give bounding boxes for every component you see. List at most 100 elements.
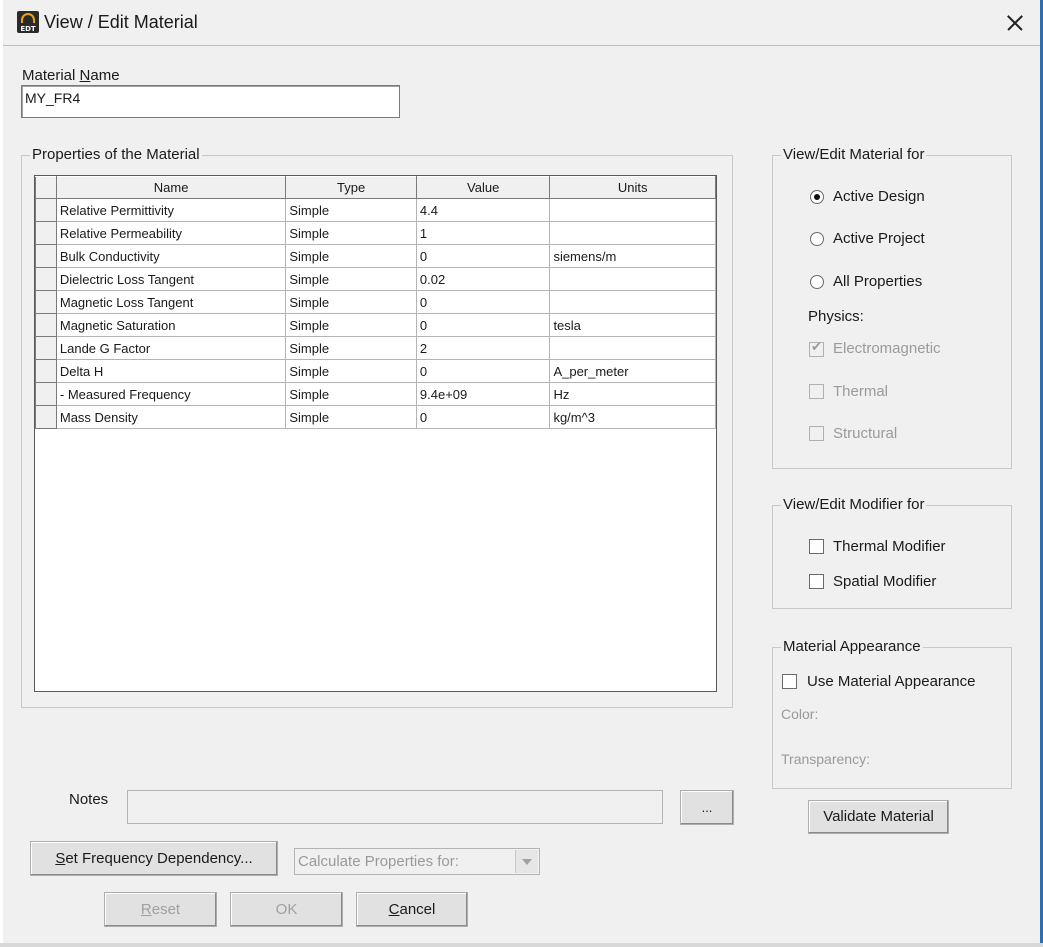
property-name-cell[interactable]: - Measured Frequency (55, 382, 287, 406)
property-units-cell[interactable]: siemens/m (549, 244, 716, 268)
appearance-group-title: Material Appearance (781, 638, 923, 655)
checkbox-thermal[interactable] (809, 384, 824, 399)
property-units-cell[interactable] (549, 221, 716, 245)
property-value-cell[interactable]: 0 (415, 405, 551, 429)
color-label: Color: (781, 706, 819, 722)
set-frequency-dependency-button[interactable]: Set Frequency Dependency... (30, 841, 278, 876)
row-header[interactable] (35, 313, 57, 337)
property-name-cell[interactable]: Magnetic Loss Tangent (55, 290, 287, 314)
row-header[interactable] (35, 221, 57, 245)
row-header[interactable] (35, 198, 57, 222)
property-units-cell[interactable]: A_per_meter (549, 359, 716, 383)
row-header[interactable] (35, 405, 57, 429)
property-name-cell[interactable]: Lande G Factor (55, 336, 287, 360)
notes-input[interactable] (127, 790, 663, 824)
column-header-name[interactable]: Name (55, 176, 287, 199)
table-row[interactable]: Relative Permittivity Simple 4.4 (35, 198, 716, 222)
property-type-cell[interactable]: Simple (285, 382, 417, 406)
property-name-cell[interactable]: Bulk Conductivity (55, 244, 287, 268)
checkbox-spatial-modifier-label[interactable]: Spatial Modifier (833, 573, 936, 590)
property-name-cell[interactable]: Delta H (55, 359, 287, 383)
cancel-button[interactable]: Cancel (356, 892, 468, 927)
radio-all-properties-label[interactable]: All Properties (833, 273, 922, 290)
row-header[interactable] (35, 290, 57, 314)
checkbox-thermal-label[interactable]: Thermal (833, 383, 888, 400)
property-name-cell[interactable]: Mass Density (55, 405, 287, 429)
radio-active-project[interactable] (810, 232, 824, 246)
property-units-cell[interactable]: Hz (549, 382, 716, 406)
property-type-cell[interactable]: Simple (285, 313, 417, 337)
property-name-cell[interactable]: Relative Permittivity (55, 198, 287, 222)
property-value-cell[interactable]: 4.4 (415, 198, 551, 222)
property-type-cell[interactable]: Simple (285, 290, 417, 314)
property-value-cell[interactable]: 0 (415, 313, 551, 337)
property-type-cell[interactable]: Simple (285, 359, 417, 383)
checkbox-thermal-modifier[interactable] (809, 539, 824, 554)
property-units-cell[interactable] (549, 336, 716, 360)
checkbox-electromagnetic[interactable] (809, 340, 824, 357)
table-row[interactable]: Lande G Factor Simple 2 (35, 336, 716, 360)
row-header[interactable] (35, 267, 57, 291)
checkbox-thermal-modifier-label[interactable]: Thermal Modifier (833, 538, 946, 555)
property-name-cell[interactable]: Magnetic Saturation (55, 313, 287, 337)
property-units-cell[interactable] (549, 290, 716, 314)
ok-button[interactable]: OK (230, 892, 343, 927)
table-row[interactable]: Relative Permeability Simple 1 (35, 221, 716, 245)
property-value-cell[interactable]: 0 (415, 290, 551, 314)
property-value-cell[interactable]: 2 (415, 336, 551, 360)
material-name-input[interactable]: MY_FR4 (21, 85, 400, 118)
checkbox-spatial-modifier[interactable] (809, 574, 824, 589)
validate-material-button[interactable]: Validate Material (808, 800, 949, 834)
property-type-cell[interactable]: Simple (285, 336, 417, 360)
table-row[interactable]: Magnetic Saturation Simple 0 tesla (35, 313, 716, 337)
checkbox-electromagnetic-label[interactable]: Electromagnetic (833, 340, 941, 357)
reset-button[interactable]: Reset (104, 892, 217, 927)
calculate-properties-select[interactable]: Calculate Properties for: (294, 848, 540, 875)
property-units-cell[interactable]: kg/m^3 (549, 405, 716, 429)
row-header[interactable] (35, 382, 57, 406)
app-logo-icon: EDT (17, 11, 39, 33)
checkbox-use-appearance[interactable] (782, 674, 797, 689)
property-units-cell[interactable] (549, 198, 716, 222)
column-header-type[interactable]: Type (285, 176, 417, 199)
radio-active-design[interactable] (810, 190, 824, 204)
radio-all-properties[interactable] (810, 275, 824, 289)
close-icon[interactable] (1001, 10, 1031, 36)
table-row[interactable]: Magnetic Loss Tangent Simple 0 (35, 290, 716, 314)
window-left-edge (0, 0, 3, 947)
table-row[interactable]: Delta H Simple 0 A_per_meter (35, 359, 716, 383)
row-header[interactable] (35, 244, 57, 268)
property-value-cell[interactable]: 0 (415, 359, 551, 383)
radio-active-project-label[interactable]: Active Project (833, 230, 925, 247)
window-bottom-edge (0, 943, 1043, 947)
property-name-cell[interactable]: Dielectric Loss Tangent (55, 267, 287, 291)
notes-browse-button[interactable]: ... (680, 790, 734, 825)
property-type-cell[interactable]: Simple (285, 267, 417, 291)
table-row[interactable]: - Measured Frequency Simple 9.4e+09 Hz (35, 382, 716, 406)
chevron-down-icon[interactable] (515, 850, 538, 873)
table-row[interactable]: Bulk Conductivity Simple 0 siemens/m (35, 244, 716, 268)
radio-active-design-label[interactable]: Active Design (833, 188, 925, 205)
column-header-units[interactable]: Units (549, 176, 716, 199)
table-row[interactable]: Dielectric Loss Tangent Simple 0.02 (35, 267, 716, 291)
properties-grid[interactable]: Name Type Value Units Relative Permittiv… (34, 175, 717, 692)
title-bar[interactable]: EDT View / Edit Material (3, 0, 1040, 46)
checkbox-use-appearance-label[interactable]: Use Material Appearance (807, 673, 975, 690)
checkbox-structural-label[interactable]: Structural (833, 425, 897, 442)
property-units-cell[interactable] (549, 267, 716, 291)
column-header-value[interactable]: Value (415, 176, 551, 199)
property-value-cell[interactable]: 0.02 (415, 267, 551, 291)
property-value-cell[interactable]: 0 (415, 244, 551, 268)
property-type-cell[interactable]: Simple (285, 221, 417, 245)
property-type-cell[interactable]: Simple (285, 198, 417, 222)
table-row[interactable]: Mass Density Simple 0 kg/m^3 (35, 405, 716, 429)
row-header[interactable] (35, 336, 57, 360)
property-value-cell[interactable]: 9.4e+09 (415, 382, 551, 406)
property-type-cell[interactable]: Simple (285, 244, 417, 268)
property-units-cell[interactable]: tesla (549, 313, 716, 337)
property-type-cell[interactable]: Simple (285, 405, 417, 429)
row-header[interactable] (35, 359, 57, 383)
property-name-cell[interactable]: Relative Permeability (55, 221, 287, 245)
property-value-cell[interactable]: 1 (415, 221, 551, 245)
checkbox-structural[interactable] (809, 426, 824, 441)
